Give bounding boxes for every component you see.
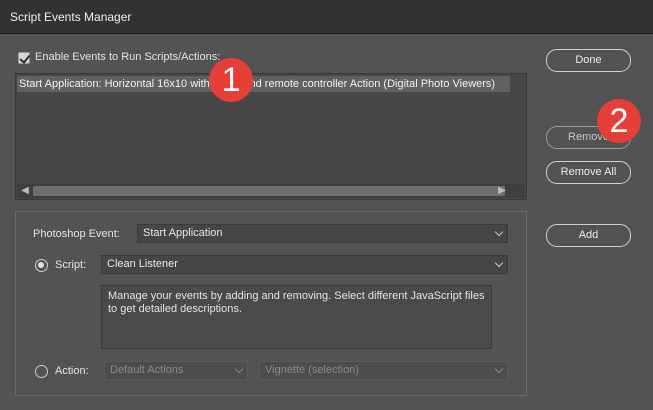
list-item[interactable]: Start Application: Horizontal 16x10 with… — [17, 76, 510, 92]
script-description-text: Manage your events by adding and removin… — [108, 290, 485, 315]
action-value: Vignette (selection) — [265, 364, 359, 376]
step-marker-2: 2 — [597, 99, 641, 143]
chevron-down-icon — [494, 227, 504, 237]
action-set-value: Default Actions — [110, 364, 184, 376]
list-item-text: Start Application: Horizontal 16x10 with… — [19, 78, 496, 90]
horizontal-scrollbar[interactable]: ◀ ▶ — [17, 184, 525, 198]
title-bar: Script Events Manager — [0, 0, 653, 34]
action-label: Action: — [55, 365, 89, 377]
enable-events-label: Enable Events to Run Scripts/Actions: — [35, 51, 221, 63]
remove-all-button[interactable]: Remove All — [546, 161, 631, 184]
action-radio[interactable] — [35, 365, 48, 378]
scroll-right-icon[interactable]: ▶ — [495, 184, 509, 198]
chevron-down-icon — [234, 364, 244, 374]
add-button[interactable]: Add — [546, 224, 631, 247]
chevron-down-icon — [494, 258, 504, 268]
chevron-down-icon — [494, 364, 504, 374]
step-marker-1: 1 — [209, 58, 253, 102]
photoshop-event-value: Start Application — [143, 227, 223, 239]
scroll-left-icon[interactable]: ◀ — [18, 184, 32, 198]
enable-events-checkbox[interactable] — [18, 52, 30, 64]
script-select[interactable]: Clean Listener — [101, 255, 508, 274]
scrollbar-thumb[interactable] — [33, 186, 505, 196]
script-radio[interactable] — [35, 259, 48, 272]
event-list[interactable]: Start Application: Horizontal 16x10 with… — [15, 73, 527, 200]
script-label: Script: — [55, 259, 87, 271]
photoshop-event-select[interactable]: Start Application — [137, 224, 508, 243]
done-button[interactable]: Done — [546, 49, 631, 72]
script-description: Manage your events by adding and removin… — [101, 285, 492, 349]
window-title: Script Events Manager — [10, 10, 132, 24]
action-set-select[interactable]: Default Actions — [104, 361, 248, 380]
script-value: Clean Listener — [107, 258, 178, 270]
action-select[interactable]: Vignette (selection) — [259, 361, 508, 380]
photoshop-event-label: Photoshop Event: — [33, 228, 120, 240]
